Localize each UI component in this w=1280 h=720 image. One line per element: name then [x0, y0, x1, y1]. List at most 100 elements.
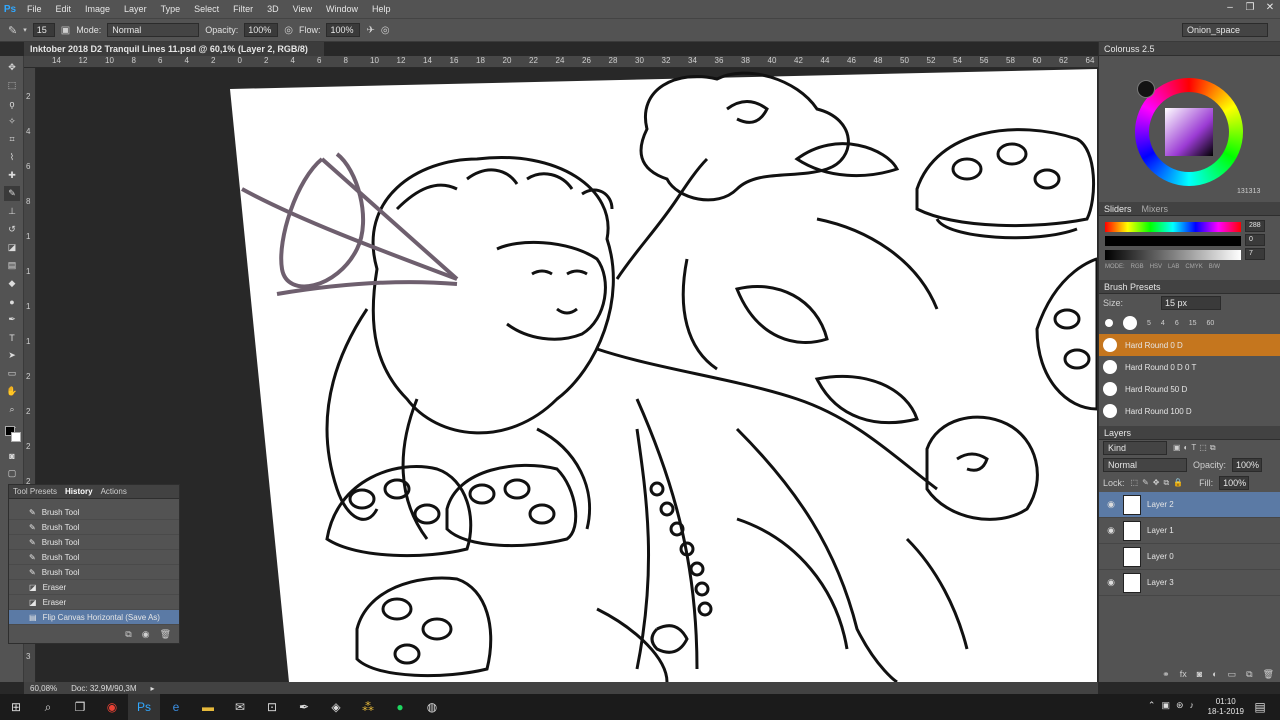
filter-icons[interactable]: ▣◐T⬚⧉ [1173, 443, 1219, 453]
system-tray-icons[interactable]: ⌃▣⊛♪ [1148, 700, 1200, 711]
canvas-area[interactable] [37, 69, 1097, 682]
menu-select[interactable]: Select [187, 4, 226, 14]
mail-icon[interactable]: ✉ [224, 694, 256, 720]
brightness-slider[interactable] [1105, 250, 1241, 260]
document-tab[interactable]: Inktober 2018 D2 Tranquil Lines 11.psd @… [24, 42, 324, 56]
app-icon[interactable]: ◈ [320, 694, 352, 720]
app-icon[interactable]: ◍ [416, 694, 448, 720]
app-icon[interactable]: ⁂ [352, 694, 384, 720]
tab-actions[interactable]: Actions [101, 487, 127, 496]
chevron-down-icon[interactable]: ▾ [23, 26, 27, 34]
menu-type[interactable]: Type [154, 4, 188, 14]
search-icon[interactable]: ⌕ [32, 694, 64, 720]
layer-row[interactable]: ◉ Layer 2 [1099, 492, 1280, 518]
colour-triangle[interactable] [1165, 108, 1213, 156]
history-brush-tool-icon[interactable]: ↺ [4, 222, 20, 237]
gradient-tool-icon[interactable]: ▤ [4, 258, 20, 273]
history-item[interactable]: ✎ Brush Tool [9, 535, 179, 550]
store-icon[interactable]: ⊡ [256, 694, 288, 720]
menu-image[interactable]: Image [78, 4, 117, 14]
history-item[interactable]: ✎ Brush Tool [9, 520, 179, 535]
pressure-opacity-icon[interactable]: ◎ [284, 25, 293, 36]
healing-tool-icon[interactable]: ✚ [4, 168, 20, 183]
history-item[interactable]: ✎ Brush Tool [9, 550, 179, 565]
current-colour-swatch[interactable] [1137, 80, 1155, 98]
brush-tool-icon[interactable]: ✎ [4, 186, 20, 201]
history-item[interactable]: ✎ Brush Tool [9, 565, 179, 580]
eraser-tool-icon[interactable]: ◪ [4, 240, 20, 255]
brush-panel-icon[interactable]: ▣ [61, 25, 70, 36]
fx-icon[interactable]: fx [1180, 669, 1187, 680]
colour-wheel-area[interactable]: 131313 [1099, 56, 1280, 202]
blur-tool-icon[interactable]: ◆ [4, 276, 20, 291]
tab-tool-presets[interactable]: Tool Presets [13, 487, 57, 496]
file-explorer-icon[interactable]: ▬ [192, 694, 224, 720]
layer-kind-filter[interactable]: Kind [1103, 441, 1167, 455]
brush-preset-item[interactable]: Hard Round 100 D [1099, 400, 1280, 422]
brush-size-field[interactable]: 15 [32, 23, 55, 37]
stamp-tool-icon[interactable]: ⊥ [4, 204, 20, 219]
spotify-icon[interactable]: ● [384, 694, 416, 720]
shape-tool-icon[interactable]: ▭ [4, 366, 20, 381]
windows-start-icon[interactable]: ⊞ [0, 694, 32, 720]
tab-mixers[interactable]: Mixers [1142, 204, 1169, 214]
workspace-dropdown[interactable]: Onion_space [1182, 23, 1268, 37]
saturation-slider[interactable] [1105, 236, 1241, 246]
fill-value[interactable]: 100% [1219, 476, 1250, 490]
brush-tool-icon[interactable]: ✎ [8, 24, 17, 37]
brush-preset-item[interactable]: Hard Round 0 D [1099, 334, 1280, 356]
path-select-tool-icon[interactable]: ➤ [4, 348, 20, 363]
eye-icon[interactable]: ◉ [1105, 525, 1117, 536]
clock[interactable]: 01:10 18-1-2019 [1208, 697, 1244, 717]
pen-tool-icon[interactable]: ✒ [4, 312, 20, 327]
airbrush-icon[interactable]: ✈ [366, 25, 374, 36]
background-color-swatch[interactable] [11, 432, 21, 442]
adjustment-icon[interactable]: ◐ [1212, 669, 1217, 680]
marquee-tool-icon[interactable]: ⬚ [4, 78, 20, 93]
notifications-icon[interactable]: ▤ [1244, 694, 1276, 720]
brightness-value[interactable]: 7 [1245, 248, 1265, 260]
folder-icon[interactable]: ▭ [1228, 669, 1237, 680]
tab-history[interactable]: History [65, 487, 93, 496]
history-item[interactable]: ◪ Eraser [9, 595, 179, 610]
layer-row[interactable]: Layer 0 [1099, 544, 1280, 570]
opacity-field[interactable]: 100% [244, 23, 279, 37]
snapshot-icon[interactable]: ◉ [142, 629, 150, 640]
quick-select-tool-icon[interactable]: ✧ [4, 114, 20, 129]
mask-icon[interactable]: ◙ [1197, 669, 1202, 680]
menu-layer[interactable]: Layer [117, 4, 154, 14]
pressure-size-icon[interactable]: ◎ [381, 25, 390, 36]
edge-icon[interactable]: e [160, 694, 192, 720]
brush-preset-item[interactable]: Hard Round 0 D 0 T [1099, 356, 1280, 378]
restore-button[interactable]: ❐ [1240, 2, 1260, 16]
menu-view[interactable]: View [286, 4, 319, 14]
eye-icon[interactable]: ◉ [1105, 577, 1117, 588]
new-document-icon[interactable]: ⧉ [125, 629, 131, 640]
brush-size-value[interactable]: 15 px [1161, 296, 1222, 310]
quick-mask-icon[interactable]: ◙ [4, 448, 20, 463]
layer-row[interactable]: ◉ Layer 3 [1099, 570, 1280, 596]
lasso-tool-icon[interactable]: ϙ [4, 96, 20, 111]
hue-slider[interactable] [1105, 222, 1241, 232]
history-item[interactable]: ✎ Brush Tool [9, 505, 179, 520]
lock-icons[interactable]: ⬚✎✥⧉🔒 [1131, 478, 1188, 488]
blend-mode-dropdown[interactable]: Normal [1103, 458, 1187, 472]
move-tool-icon[interactable]: ✥ [4, 60, 20, 75]
eyedropper-tool-icon[interactable]: ⌇ [4, 150, 20, 165]
menu-edit[interactable]: Edit [49, 4, 79, 14]
task-view-icon[interactable]: ❐ [64, 694, 96, 720]
zoom-level[interactable]: 60,08% [30, 684, 57, 693]
layer-opacity-value[interactable]: 100% [1232, 458, 1263, 472]
new-layer-icon[interactable]: ⧉ [1246, 669, 1252, 680]
trash-icon[interactable]: 🗑 [1263, 669, 1274, 680]
dodge-tool-icon[interactable]: ● [4, 294, 20, 309]
layer-row[interactable]: ◉ Layer 1 [1099, 518, 1280, 544]
pen-app-icon[interactable]: ✒ [288, 694, 320, 720]
hand-tool-icon[interactable]: ✋ [4, 384, 20, 399]
menu-window[interactable]: Window [319, 4, 365, 14]
hue-value[interactable]: 288 [1245, 220, 1265, 232]
minimize-button[interactable]: – [1220, 2, 1240, 16]
type-tool-icon[interactable]: T [4, 330, 20, 345]
history-item[interactable]: ◪ Eraser [9, 580, 179, 595]
zoom-tool-icon[interactable]: ⌕ [4, 402, 20, 417]
